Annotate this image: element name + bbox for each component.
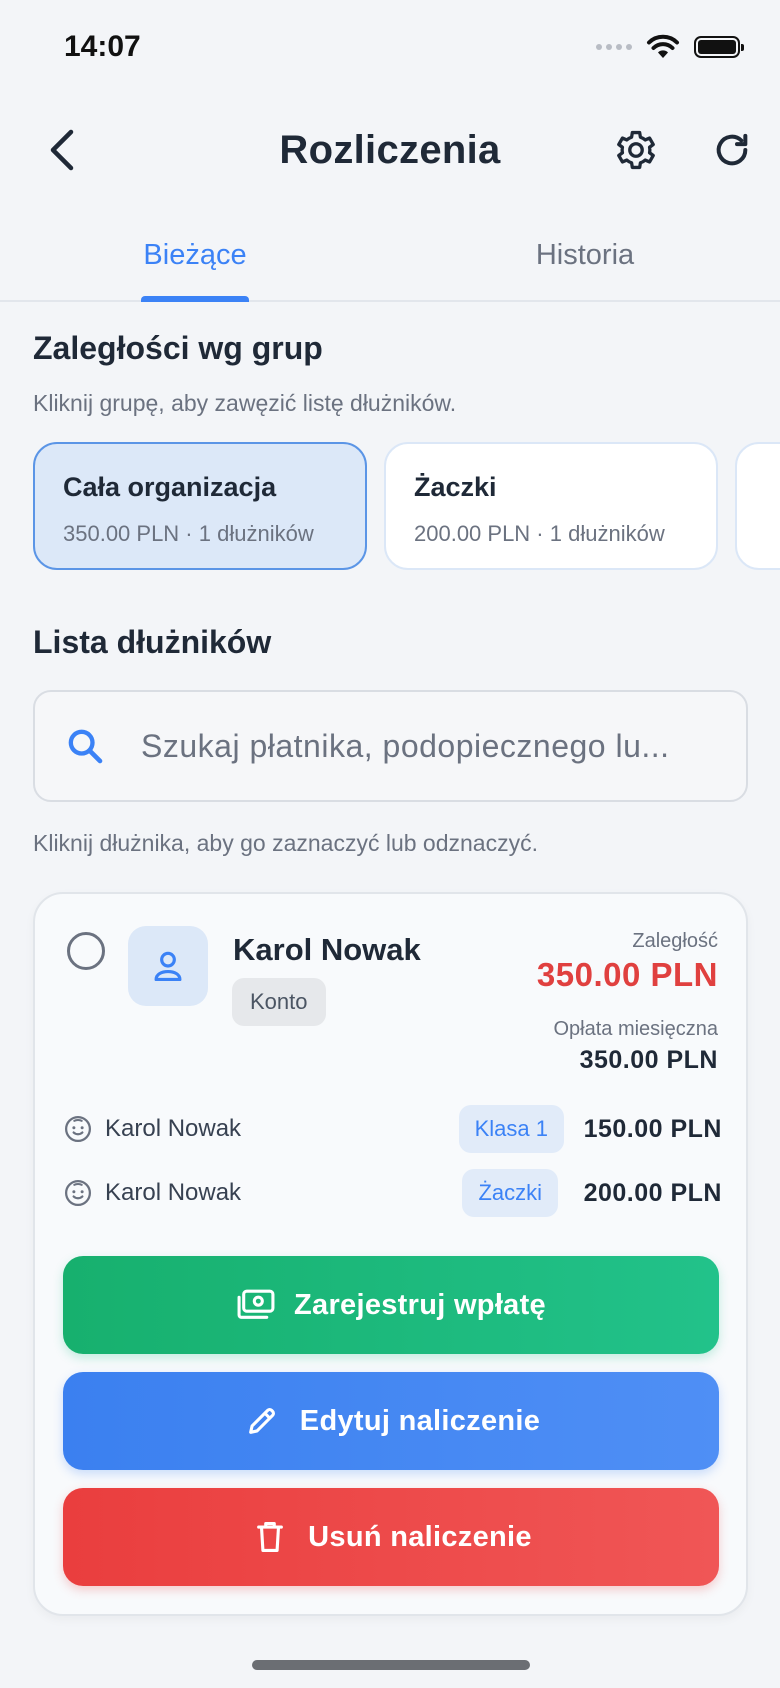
tab-bar: Bieżące Historia — [0, 210, 780, 302]
debtor-select-radio[interactable] — [67, 932, 105, 970]
debtor-name: Karol Nowak — [233, 932, 421, 967]
register-payment-label: Zarejestruj wpłatę — [294, 1288, 546, 1321]
refresh-icon — [716, 133, 748, 166]
page-title: Rozliczenia — [279, 127, 501, 172]
trash-icon — [250, 1517, 290, 1557]
cash-icon — [236, 1285, 276, 1325]
delete-charge-button[interactable]: Usuń naliczenie — [63, 1488, 719, 1586]
edit-charge-button[interactable]: Edytuj naliczenie — [63, 1372, 719, 1470]
wifi-icon — [647, 34, 679, 58]
groups-hint: Kliknij grupę, aby zawęzić listę dłużnik… — [33, 390, 457, 416]
account-badge: Konto — [232, 978, 326, 1026]
edit-charge-label: Edytuj naliczenie — [299, 1404, 541, 1437]
debtors-section-title: Lista dłużników — [33, 624, 272, 660]
group-card-organization[interactable]: Cała organizacja 350.00 PLN · 1 dłużnikó… — [33, 442, 367, 570]
header: Rozliczenia — [0, 100, 780, 200]
child-amount: 200.00 PLN — [583, 1178, 722, 1207]
debt-label: Zaległość — [632, 930, 718, 952]
child-amount: 150.00 PLN — [583, 1114, 722, 1143]
group-meta: 200.00 PLN · 1 dłużników — [414, 521, 665, 546]
settings-button[interactable] — [610, 124, 662, 176]
debtor-card[interactable]: Karol Nowak Konto Zaległość 350.00 PLN O… — [33, 892, 748, 1616]
delete-charge-label: Usuń naliczenie — [308, 1520, 532, 1553]
monthly-fee-value: 350.00 PLN — [579, 1046, 718, 1074]
debtors-hint: Kliknij dłużnika, aby go zaznaczyć lub o… — [33, 830, 538, 856]
signal-icon — [596, 44, 632, 50]
gear-icon — [617, 130, 655, 170]
monthly-fee-label: Opłata miesięczna — [553, 1018, 718, 1040]
avatar — [128, 926, 208, 1006]
child-group-badge: Żaczki — [462, 1169, 558, 1217]
child-group-badge: Klasa 1 — [458, 1105, 564, 1153]
tab-current[interactable]: Bieżące — [0, 210, 390, 302]
group-card-partial[interactable] — [735, 442, 780, 570]
group-meta: 350.00 PLN · 1 dłużników — [63, 521, 314, 546]
child-row: Karol Nowak Klasa 1 150.00 PLN — [63, 1104, 722, 1154]
status-time: 14:07 — [64, 30, 141, 63]
back-button[interactable] — [36, 124, 88, 176]
refresh-button[interactable] — [706, 124, 758, 176]
tab-history[interactable]: Historia — [390, 210, 780, 300]
group-card-zaczki[interactable]: Żaczki 200.00 PLN · 1 dłużników — [384, 442, 718, 570]
groups-section-title: Zaległości wg grup — [33, 330, 323, 366]
pencil-icon — [242, 1401, 282, 1441]
chevron-left-icon — [50, 129, 74, 171]
register-payment-button[interactable]: Zarejestruj wpłatę — [63, 1256, 719, 1354]
debt-value: 350.00 PLN — [536, 956, 718, 993]
tab-active-indicator — [141, 296, 249, 302]
child-row: Karol Nowak Żaczki 200.00 PLN — [63, 1168, 722, 1218]
child-name: Karol Nowak — [105, 1115, 242, 1142]
child-name: Karol Nowak — [105, 1179, 242, 1206]
search-input[interactable] — [141, 727, 731, 765]
home-indicator — [252, 1660, 530, 1670]
group-name: Żaczki — [414, 472, 497, 502]
search-icon — [63, 724, 107, 768]
battery-icon — [694, 36, 744, 58]
tab-label: Bieżące — [143, 238, 247, 271]
child-face-icon — [63, 1178, 93, 1208]
group-name: Cała organizacja — [63, 472, 277, 502]
status-bar: 14:07 — [0, 0, 780, 100]
user-icon — [154, 951, 182, 982]
group-carousel[interactable]: Cała organizacja 350.00 PLN · 1 dłużnikó… — [33, 442, 780, 572]
child-face-icon — [63, 1114, 93, 1144]
tab-label: Historia — [535, 238, 635, 271]
status-icons — [596, 34, 744, 60]
search-box[interactable] — [33, 690, 748, 802]
